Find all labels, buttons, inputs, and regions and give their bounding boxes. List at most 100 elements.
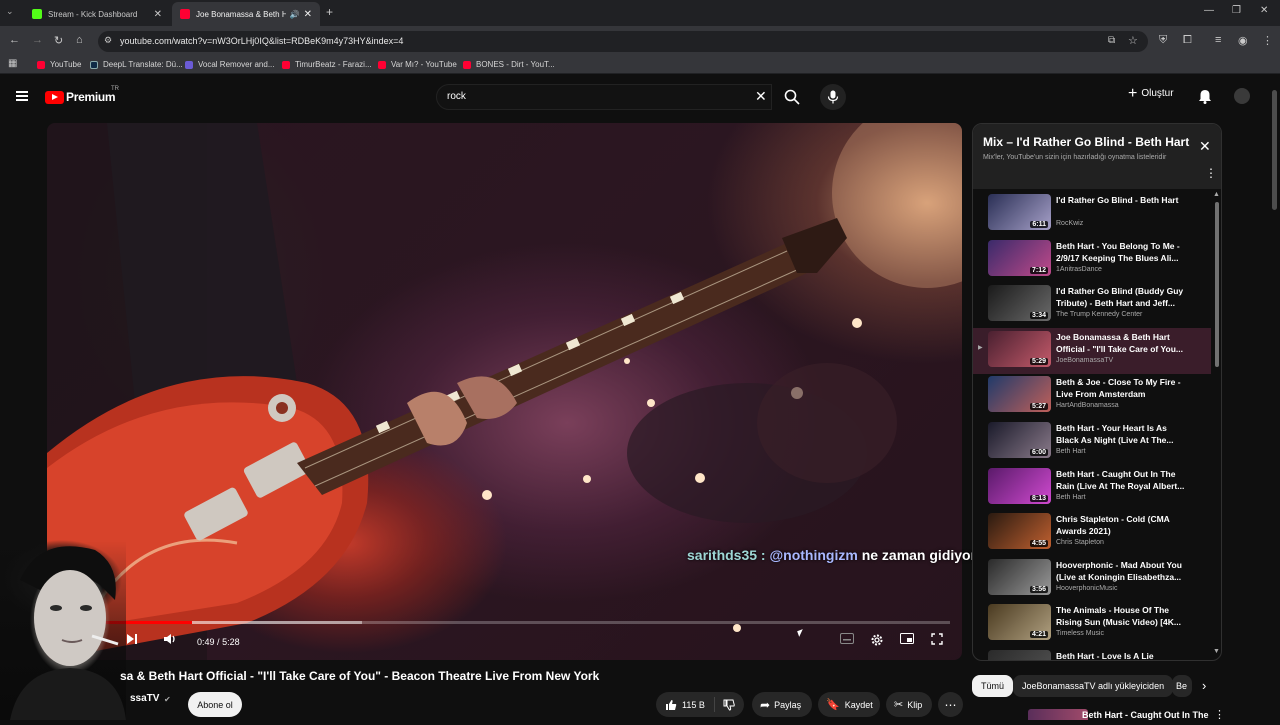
playlist-item-thumbnail[interactable]: 4:55 (988, 513, 1051, 550)
browser-tab-kick[interactable]: Stream - Kick Dashboard ✕ (24, 2, 170, 26)
youtube-logo-icon[interactable] (45, 91, 64, 104)
playlist-item[interactable]: Beth Hart - Love Is A Lie (973, 647, 1211, 660)
playlist-item[interactable]: 7:12 Beth Hart - You Belong To Me - 2/9/1… (973, 237, 1211, 283)
tab-search-chevron-icon[interactable]: ⌄ (6, 6, 14, 17)
bookmark-deepl[interactable]: DeepL Translate: Dü... (90, 60, 183, 69)
playlist-item[interactable]: ▶ 5:29 Joe Bonamassa & Beth Hart Official … (973, 327, 1211, 374)
search-input-box[interactable] (436, 84, 772, 110)
playlist-item-thumbnail[interactable]: 7:12 (988, 239, 1051, 276)
fullscreen-button[interactable] (928, 633, 946, 645)
browser-tab-youtube[interactable]: Joe Bonamassa & Beth Hart 🔊 ✕ (172, 2, 320, 26)
tab-title: Stream - Kick Dashboard (48, 9, 138, 19)
back-icon[interactable]: ← (9, 34, 20, 46)
playlist-item-thumbnail[interactable]: 3:56 (988, 558, 1051, 595)
profile-icon[interactable]: ◉ (1238, 34, 1248, 47)
create-button[interactable]: + Oluştur (1128, 85, 1174, 101)
playlist-item-thumbnail[interactable]: 4:21 (988, 604, 1051, 641)
playlist-item[interactable]: 8:13 Beth Hart - Caught Out In The Rain (… (973, 465, 1211, 511)
menu-hamburger-icon[interactable] (16, 91, 28, 101)
close-window-icon[interactable]: ✕ (1260, 5, 1268, 16)
new-tab-plus-icon[interactable]: + (326, 5, 333, 19)
playlist-item-title: Beth Hart - You Belong To Me - 2/9/17 Ke… (1056, 240, 1180, 263)
bookmark-youtube[interactable]: YouTube (37, 60, 81, 69)
media-control-icon[interactable]: ≡ (1215, 34, 1221, 46)
video-player[interactable] (47, 123, 962, 660)
chip-uploader[interactable]: JoeBonamassaTV adlı yükleyiciden (1013, 675, 1174, 697)
playlist-item[interactable]: 6:00 Beth Hart - Your Heart Is As Black A… (973, 419, 1211, 465)
progress-bar[interactable] (59, 621, 950, 624)
bookmark-timurbeatz[interactable]: TimurBeatz - Farazi... (282, 60, 372, 69)
next-video-title[interactable]: Beth Hart - Caught Out In The (1082, 710, 1209, 720)
user-avatar[interactable] (1234, 88, 1250, 104)
bookmark-star-icon[interactable]: ☆ (1128, 34, 1138, 47)
playlist-item-thumbnail[interactable]: 8:13 (988, 467, 1051, 504)
next-video-more-icon[interactable]: ⋮ (1214, 708, 1225, 721)
chip-partial[interactable]: Be (1172, 675, 1192, 697)
playlist-item[interactable]: 6:11 I'd Rather Go Blind - Beth Hart RocKw… (973, 191, 1211, 237)
reload-icon[interactable]: ↻ (54, 34, 63, 47)
scroll-down-arrow-icon[interactable]: ▼ (1213, 648, 1220, 655)
apps-grid-icon[interactable]: ▦ (8, 58, 17, 69)
browser-menu-icon[interactable]: ⋮ (1262, 34, 1273, 47)
playlist-item-duration: 6:11 (1030, 221, 1048, 228)
chips-next-chevron-icon[interactable]: › (1202, 678, 1206, 693)
tab-close-icon[interactable]: ✕ (154, 9, 162, 20)
chip-all[interactable]: Tümü (972, 675, 1014, 697)
playlist-item[interactable]: 5:27 Beth & Joe - Close To My Fire - Live… (973, 373, 1211, 419)
extensions-puzzle-icon[interactable]: ⧠ (1183, 34, 1192, 47)
bookmark-var-mi[interactable]: Var Mı? - YouTube (378, 60, 457, 69)
page-scrollbar[interactable] (1272, 90, 1277, 210)
playlist-item[interactable]: 4:21 The Animals - House Of The Rising Su… (973, 601, 1211, 647)
miniplayer-button[interactable] (898, 633, 916, 644)
save-button[interactable]: 🔖 Kaydet (818, 692, 880, 717)
close-playlist-icon[interactable]: ✕ (1199, 138, 1211, 155)
playlist-item-thumbnail[interactable]: 3:34 (988, 285, 1051, 322)
clip-button[interactable]: ✂ Klip (886, 692, 932, 717)
channel-name[interactable]: ssaTV (130, 693, 159, 704)
gear-icon (871, 634, 883, 646)
clear-search-icon[interactable]: ✕ (755, 88, 767, 105)
minimize-icon[interactable]: — (1204, 5, 1214, 16)
search-button[interactable] (772, 84, 812, 110)
playlist-item-channel: RocKwiz (1056, 220, 1084, 227)
mute-button[interactable] (160, 633, 178, 645)
playlist-title[interactable]: Mix – I'd Rather Go Blind - Beth Hart (983, 135, 1189, 149)
playlist-item-thumbnail[interactable]: 5:29 (988, 330, 1051, 367)
extension-shield-icon[interactable]: ⛨ (1159, 34, 1167, 47)
maximize-icon[interactable]: ❐ (1232, 5, 1241, 16)
playlist-item-title: Chris Stapleton - Cold (CMA Awards 2021) (1056, 514, 1170, 537)
like-button[interactable]: 115 B (656, 699, 714, 711)
dislike-button[interactable] (714, 697, 742, 712)
speaker-icon[interactable]: 🔊 (290, 10, 300, 19)
more-actions-button[interactable]: ⋯ (938, 692, 963, 717)
scroll-up-arrow-icon[interactable]: ▲ (1213, 191, 1220, 198)
premium-wordmark[interactable]: Premium (66, 90, 116, 104)
playlist-item-thumbnail[interactable]: 6:11 (988, 194, 1051, 230)
bookmark-vocal-remover[interactable]: Vocal Remover and... (185, 60, 274, 69)
subtitles-button[interactable] (838, 633, 856, 644)
url-text[interactable]: youtube.com/watch?v=nW3OrLHj0IQ&list=RDB… (120, 36, 403, 46)
tab-close-icon[interactable]: ✕ (304, 9, 312, 20)
install-app-icon[interactable]: ⧉ (1108, 35, 1115, 46)
search-input[interactable]: rock (447, 91, 466, 102)
subscribe-button[interactable]: Abone ol (188, 692, 242, 717)
playlist-scrollbar[interactable] (1215, 202, 1219, 367)
share-button[interactable]: ➦ Paylaş (752, 692, 812, 717)
playlist-item[interactable]: 3:56 Hooverphonic - Mad About You (Live a… (973, 556, 1211, 602)
settings-button[interactable] (868, 633, 886, 647)
notification-bell-icon[interactable] (1198, 89, 1212, 104)
site-info-icon[interactable]: ⚙ (104, 35, 112, 46)
playlist-item[interactable]: 3:34 I'd Rather Go Blind (Buddy Guy Tribu… (973, 282, 1211, 328)
forward-icon[interactable]: → (32, 34, 43, 46)
home-icon[interactable]: ⌂ (76, 34, 83, 46)
playlist-item-duration: 5:29 (1029, 357, 1048, 365)
voice-search-button[interactable] (820, 84, 846, 110)
playlist-item-thumbnail[interactable]: 5:27 (988, 376, 1051, 413)
playlist-item[interactable]: 4:55 Chris Stapleton - Cold (CMA Awards 2… (973, 510, 1211, 556)
next-button[interactable] (124, 633, 140, 645)
playlist-item-thumbnail[interactable]: 6:00 (988, 422, 1051, 458)
next-video-thumbnail[interactable] (1028, 709, 1088, 720)
playlist-item-thumbnail[interactable] (988, 650, 1051, 660)
playlist-more-icon[interactable]: ⋮ (1205, 167, 1217, 179)
bookmark-bones[interactable]: BONES - Dirt - YouT... (463, 60, 555, 69)
